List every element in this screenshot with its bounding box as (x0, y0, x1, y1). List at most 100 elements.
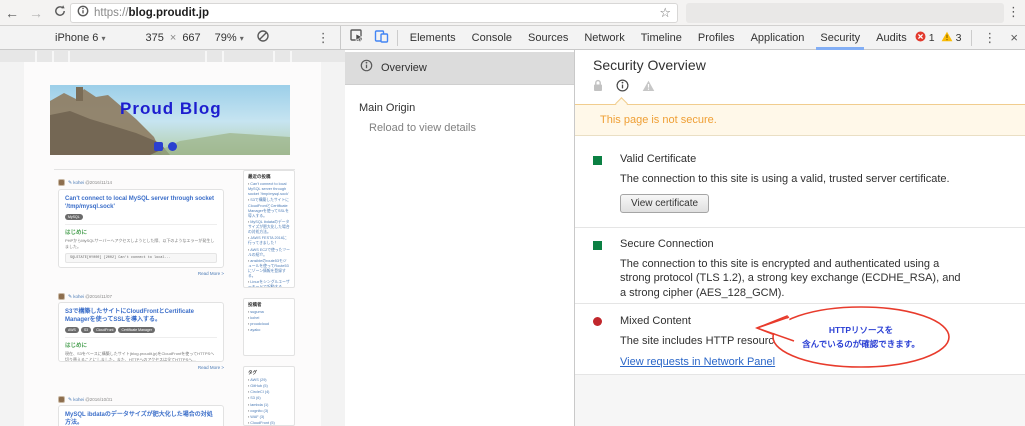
post-author[interactable]: kohei (73, 397, 84, 402)
recent-post-link[interactable]: JAWS FESTA 2016に行ってきました！ (248, 236, 290, 246)
tab-audits[interactable]: Audits (868, 26, 915, 50)
tag-link[interactable]: S3 (6) (248, 396, 290, 401)
browser-toolbar: ← → https://blog.proudit.jp ☆ ⋮ (0, 0, 1025, 26)
avatar (58, 396, 65, 403)
zoom-select[interactable]: 79% ▾ (215, 32, 244, 44)
inspect-element-icon[interactable] (341, 29, 370, 46)
error-icon[interactable] (915, 31, 926, 45)
section-title: Secure Connection (620, 238, 714, 250)
forward-icon[interactable]: → (24, 5, 48, 21)
post-tag[interactable]: S3 (80, 327, 92, 334)
read-more-link[interactable]: Read More > (58, 365, 224, 370)
recent-post-link[interactable]: Can't connect to local MySQL server thro… (248, 182, 290, 197)
sidebar-item-overview[interactable]: Overview (345, 52, 574, 85)
post-tag[interactable]: Certificate Manager (118, 327, 155, 334)
widget-title: 投稿者 (248, 302, 262, 307)
pen-icon: ✎ (68, 396, 73, 403)
tags-widget: タグ AWS (29) GitHub (5) CircleCI (4) S3 (… (243, 366, 295, 426)
url-host: blog.proudit.jp (128, 7, 210, 19)
device-select[interactable]: iPhone 6 ▾ (55, 32, 106, 44)
tag-link[interactable]: AWS (29) (248, 378, 290, 383)
tag-link[interactable]: CloudFront (5) (248, 421, 290, 425)
tab-security[interactable]: Security (812, 26, 868, 50)
avatar (58, 179, 65, 186)
authors-widget: 投稿者 suguma kohei proudcloud ayako (243, 298, 295, 356)
tag-link[interactable]: CircleCI (4) (248, 390, 290, 395)
post-date: @2016/11/14 (85, 180, 112, 185)
warning-icon[interactable] (941, 31, 953, 45)
url-bar[interactable]: https://blog.proudit.jp ☆ (70, 3, 678, 23)
post-excerpt: 現在、S3をベースに構築したサイト(blog.proudit.jp)をCloud… (65, 351, 215, 362)
author-link[interactable]: proudcloud (248, 322, 290, 327)
warning-count: 3 (955, 31, 962, 44)
read-more-link[interactable]: Read More > (58, 271, 224, 276)
tab-console[interactable]: Console (464, 26, 520, 50)
recent-post-link[interactable]: Linuxをシングルユーザーモードで起動する (248, 280, 290, 287)
security-panel: Overview Main Origin Reload to view deta… (345, 50, 1025, 426)
recent-post-link[interactable]: AWS EC2で使ったツールの紹介。 (248, 248, 290, 258)
device-toolbar-menu-icon[interactable]: ⋮ (317, 30, 330, 46)
post-byline: ✎ kohei @2016/11/07 (58, 293, 224, 300)
tab-elements[interactable]: Elements (402, 26, 464, 50)
post-heading: はじめに (65, 337, 217, 349)
author-link[interactable]: ayako (248, 328, 290, 333)
recent-post-link[interactable]: S3で構築したサイトにCloudFrontとCertificate Manage… (248, 198, 290, 219)
throttling-icon[interactable] (256, 29, 270, 46)
site-info-icon[interactable] (77, 4, 89, 22)
recent-posts-widget: 最近の投稿 Can't connect to local MySQL serve… (243, 170, 295, 288)
social-icon[interactable] (154, 142, 163, 151)
author-link[interactable]: suguma (248, 310, 290, 315)
dimension-times-label: × (169, 31, 177, 44)
section-title: Mixed Content (620, 315, 691, 327)
security-sidebar: Overview Main Origin Reload to view deta… (345, 50, 575, 426)
devtools-menu-icon[interactable]: ⋮ (976, 30, 1003, 46)
sidebar-item-label: Overview (381, 62, 427, 74)
post-tag[interactable]: MySQL (65, 214, 83, 221)
insecure-status-icon (593, 317, 602, 326)
main-origin-label: Main Origin (359, 102, 416, 114)
tab-timeline[interactable]: Timeline (633, 26, 690, 50)
reload-icon[interactable] (48, 4, 72, 21)
security-overview-pane: Security Overview This page is not secur… (575, 50, 1025, 426)
tab-sources[interactable]: Sources (520, 26, 576, 50)
post-title-link[interactable]: MySQL ibdataのデータサイズが肥大化した場合の対処方法。 (65, 411, 217, 426)
view-requests-link[interactable]: View requests in Network Panel (620, 356, 775, 368)
tab-profiles[interactable]: Profiles (690, 26, 743, 50)
section-description: The site includes HTTP resources. (620, 335, 789, 347)
post-author[interactable]: kohei (73, 180, 84, 185)
blog-post-card: Can't connect to local MySQL server thro… (58, 189, 224, 268)
post-title-link[interactable]: S3で構築したサイトにCloudFrontとCertificate Manage… (65, 308, 217, 324)
viewport-height-field[interactable]: 667 (182, 32, 200, 44)
emulated-page-viewport[interactable]: Proud Blog ✎ kohei @2016/11/14 Can't con… (24, 62, 321, 426)
tag-link[interactable]: cognito (3) (248, 409, 290, 414)
view-certificate-button[interactable]: View certificate (620, 194, 710, 214)
social-icon[interactable] (168, 142, 177, 151)
tag-link[interactable]: lambda (1) (248, 403, 290, 408)
devtools-close-icon[interactable]: × (1003, 30, 1025, 45)
post-tag[interactable]: AWS (65, 327, 79, 334)
post-date: @2016/11/07 (85, 294, 112, 299)
post-heading: はじめに (65, 224, 217, 236)
post-tag[interactable]: CloudFront (93, 327, 117, 334)
tab-network[interactable]: Network (576, 26, 632, 50)
section-description: The connection to this site is using a v… (620, 173, 950, 185)
tab-application[interactable]: Application (743, 26, 813, 50)
warning-triangle-icon (642, 79, 655, 97)
recent-post-link[interactable]: ansibleのroute53モジュールを使ってRoute53にゾーン情報を登録… (248, 259, 290, 280)
author-link[interactable]: kohei (248, 316, 290, 321)
pen-icon: ✎ (68, 179, 73, 186)
back-icon[interactable]: ← (0, 5, 24, 21)
tag-link[interactable]: WAF (3) (248, 415, 290, 420)
bookmark-star-icon[interactable]: ☆ (659, 5, 671, 21)
recent-post-link[interactable]: MySQL ibdataのデータサイズが肥大化した場合の対処方法。 (248, 220, 290, 235)
viewport-width-field[interactable]: 375 (146, 32, 164, 44)
browser-menu-icon[interactable]: ⋮ (1007, 4, 1020, 20)
info-icon-selected[interactable] (616, 79, 629, 97)
tag-link[interactable]: GitHub (5) (248, 384, 290, 389)
devtools-tabbar: Elements Console Sources Network Timelin… (339, 26, 1025, 50)
post-byline: ✎ kohei @2016/11/14 (58, 179, 224, 186)
post-author[interactable]: kohei (73, 294, 84, 299)
info-icon (360, 59, 373, 77)
post-title-link[interactable]: Can't connect to local MySQL server thro… (65, 195, 217, 211)
device-toggle-icon[interactable] (370, 29, 393, 46)
